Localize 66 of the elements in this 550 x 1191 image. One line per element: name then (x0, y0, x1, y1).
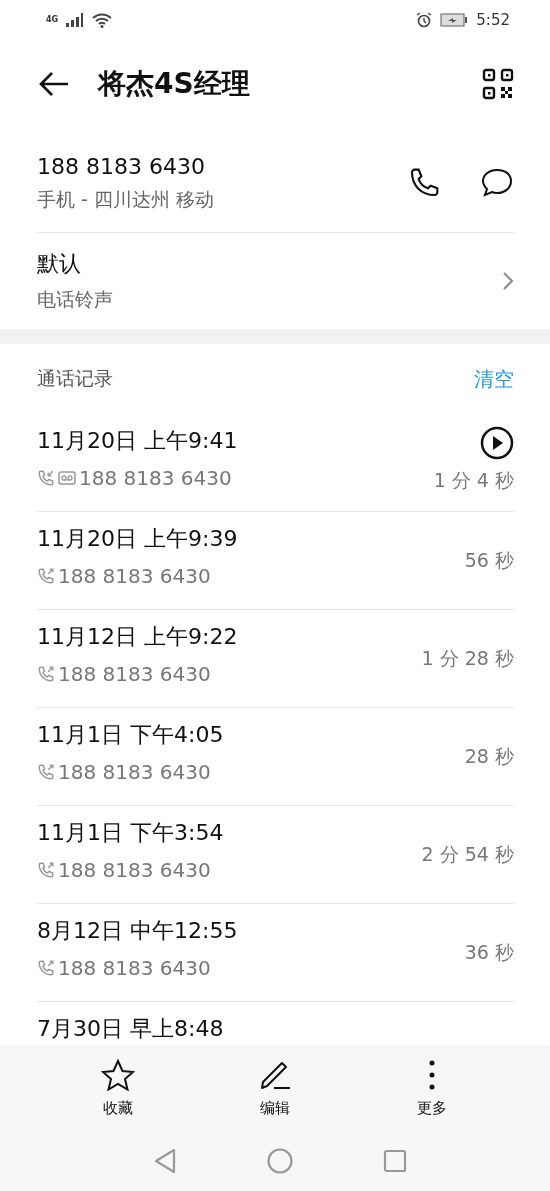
triangle-back-icon (153, 1148, 177, 1174)
call-duration: 36 秒 (464, 939, 514, 965)
call-number: 188 8183 6430 (58, 858, 211, 882)
back-button[interactable] (38, 71, 70, 97)
wifi-icon (92, 12, 113, 28)
play-button[interactable] (480, 426, 514, 460)
outgoing-call-icon (37, 861, 55, 879)
call-log-row[interactable]: 11月20日 上午9:39 188 8183 6430 56 秒 (37, 512, 514, 610)
call-time: 7月30日 早上8:48 (37, 1015, 225, 1043)
message-button[interactable] (480, 167, 514, 199)
alarm-icon (416, 12, 433, 28)
call-time: 11月20日 上午9:41 (37, 427, 239, 455)
incoming-call-icon (37, 469, 55, 487)
call-number: 188 8183 6430 (58, 564, 211, 588)
clock-time: 5:52 (476, 11, 510, 29)
network-type: 4G (46, 16, 59, 24)
call-log-row[interactable]: 8月12日 中午12:55 188 8183 6430 36 秒 (37, 904, 514, 1002)
ringtone-row[interactable]: 默认 电话铃声 (37, 232, 514, 329)
contact-name: 将杰4S经理 (98, 66, 251, 102)
call-duration: 1 分 4 秒 (433, 468, 514, 493)
call-number: 188 8183 6430 (58, 760, 211, 784)
call-time: 11月12日 上午9:22 (37, 623, 239, 651)
battery-icon (440, 13, 469, 27)
call-time: 11月20日 上午9:39 (37, 525, 239, 553)
play-icon (480, 426, 514, 460)
message-icon (480, 167, 514, 199)
call-log-row[interactable]: 11月12日 上午9:22 188 8183 6430 1 分 28 秒 (37, 610, 514, 708)
qr-code-icon (482, 68, 514, 100)
call-log-row[interactable]: 11月20日 上午9:41 188 8183 6430 1 分 4 秒 (37, 414, 514, 512)
call-button[interactable] (408, 167, 440, 199)
call-log-row[interactable]: 11月1日 下午4:05 188 8183 6430 28 秒 (37, 708, 514, 806)
call-log-row[interactable]: 11月1日 下午3:54 188 8183 6430 2 分 54 秒 (37, 806, 514, 904)
home-button[interactable] (267, 1148, 293, 1174)
call-duration: 56 秒 (464, 547, 514, 573)
toolbar-button[interactable]: 更多 (391, 1058, 472, 1118)
call-time: 11月1日 下午3:54 (37, 819, 225, 847)
section-title: 通话记录 (37, 366, 113, 391)
call-number: 188 8183 6430 (58, 662, 211, 686)
ringtone-name: 默认 (37, 250, 82, 278)
chevron-right-icon (502, 271, 514, 291)
outgoing-call-icon (37, 763, 55, 781)
phone-number: 188 8183 6430 (37, 153, 206, 179)
phone-icon (408, 167, 440, 199)
toolbar-button[interactable]: 编辑 (235, 1058, 315, 1118)
star-icon (101, 1058, 136, 1091)
call-duration: 1 分 28 秒 (421, 645, 514, 671)
call-number: 188 8183 6430 (58, 956, 211, 980)
more-icon (427, 1058, 436, 1091)
ringtone-label: 电话铃声 (37, 287, 114, 312)
qr-code-button[interactable] (482, 68, 514, 100)
phone-location: 手机 - 四川达州 移动 (37, 186, 215, 212)
call-time: 11月1日 下午4:05 (37, 721, 225, 749)
outgoing-call-icon (37, 665, 55, 683)
signal-icon (66, 13, 85, 27)
call-duration: 28 秒 (464, 743, 514, 769)
toolbar-button[interactable]: 收藏 (78, 1058, 159, 1118)
outgoing-call-icon (37, 567, 55, 585)
back-nav-button[interactable] (153, 1148, 177, 1174)
recents-button[interactable] (383, 1149, 407, 1173)
square-recents-icon (383, 1149, 407, 1173)
circle-home-icon (267, 1148, 293, 1174)
call-duration: 2 分 54 秒 (421, 841, 514, 867)
call-time: 8月12日 中午12:55 (37, 917, 239, 945)
back-arrow-icon (38, 71, 70, 97)
call-number: 188 8183 6430 (79, 466, 232, 490)
outgoing-call-icon (37, 959, 55, 977)
